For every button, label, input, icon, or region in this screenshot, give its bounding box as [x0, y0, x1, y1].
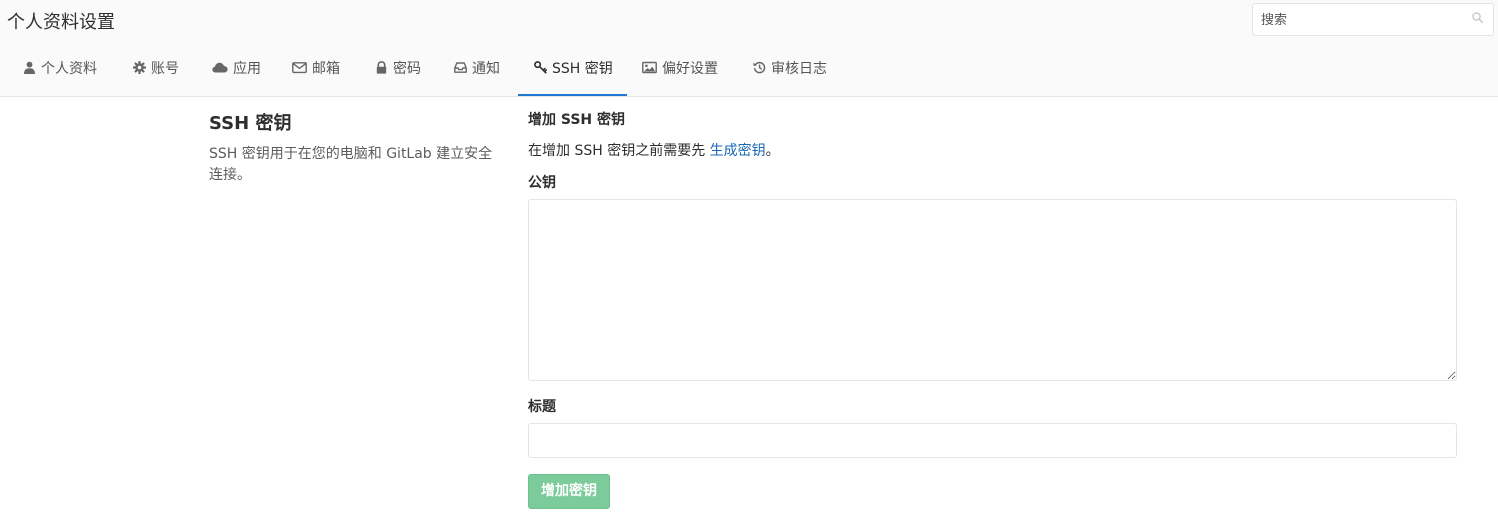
image-icon: [642, 61, 657, 74]
tab-label: 偏好设置: [662, 61, 718, 77]
page-title: 个人资料设置: [7, 12, 115, 33]
tab-label: SSH 密钥: [552, 61, 613, 77]
tab-audit-log[interactable]: 审核日志: [753, 44, 827, 96]
search-icon[interactable]: [1472, 12, 1483, 23]
tab-label: 应用: [233, 61, 261, 77]
key-label: 公钥: [528, 175, 556, 191]
history-icon: [753, 61, 766, 74]
help-text-suffix: 。: [765, 143, 780, 159]
search-box[interactable]: [1252, 3, 1494, 36]
title-label: 标题: [528, 399, 556, 415]
tab-emails[interactable]: 邮箱: [292, 44, 340, 96]
tab-label: 审核日志: [771, 61, 827, 77]
tab-label: 密码: [393, 61, 421, 77]
settings-tabs: 个人资料 账号 应用 邮箱 密码 通知 SSH 密钥 偏好设置 审核日志: [0, 44, 1498, 96]
key-icon: [534, 61, 547, 74]
tab-label: 通知: [472, 61, 500, 77]
key-textarea[interactable]: [528, 199, 1457, 381]
tab-notifications[interactable]: 通知: [454, 44, 500, 96]
section-title: SSH 密钥: [209, 113, 292, 134]
help-text-prefix: 在增加 SSH 密钥之前需要先: [528, 143, 710, 159]
tab-label: 个人资料: [41, 61, 97, 77]
tab-label: 邮箱: [312, 61, 340, 77]
tab-account[interactable]: 账号: [133, 44, 179, 96]
section-intro: SSH 密钥 SSH 密钥用于在您的电脑和 GitLab 建立安全连接。: [209, 112, 504, 186]
tab-profile[interactable]: 个人资料: [23, 44, 97, 96]
tab-ssh-keys[interactable]: SSH 密钥: [518, 44, 627, 96]
help-text: 在增加 SSH 密钥之前需要先 生成密钥。: [528, 141, 1457, 161]
gear-icon: [133, 61, 146, 74]
tab-applications[interactable]: 应用: [212, 44, 261, 96]
title-input[interactable]: [528, 423, 1457, 458]
cloud-icon: [212, 62, 228, 73]
user-icon: [24, 61, 35, 74]
tab-preferences[interactable]: 偏好设置: [642, 44, 718, 96]
inbox-icon: [454, 62, 467, 73]
generate-key-link[interactable]: 生成密钥: [710, 143, 766, 159]
envelope-icon: [292, 62, 307, 74]
section-description: SSH 密钥用于在您的电脑和 GitLab 建立安全连接。: [209, 146, 493, 183]
page-header: 个人资料设置 个人资料 账号: [0, 0, 1498, 97]
add-ssh-key-form: 增加 SSH 密钥 在增加 SSH 密钥之前需要先 生成密钥。 公钥 标题 增加…: [528, 110, 1457, 509]
tab-label: 账号: [151, 61, 179, 77]
form-heading: 增加 SSH 密钥: [528, 112, 626, 128]
tab-password[interactable]: 密码: [375, 44, 421, 96]
search-input[interactable]: [1261, 10, 1461, 30]
lock-icon: [376, 61, 387, 74]
add-key-button[interactable]: 增加密钥: [528, 474, 610, 509]
